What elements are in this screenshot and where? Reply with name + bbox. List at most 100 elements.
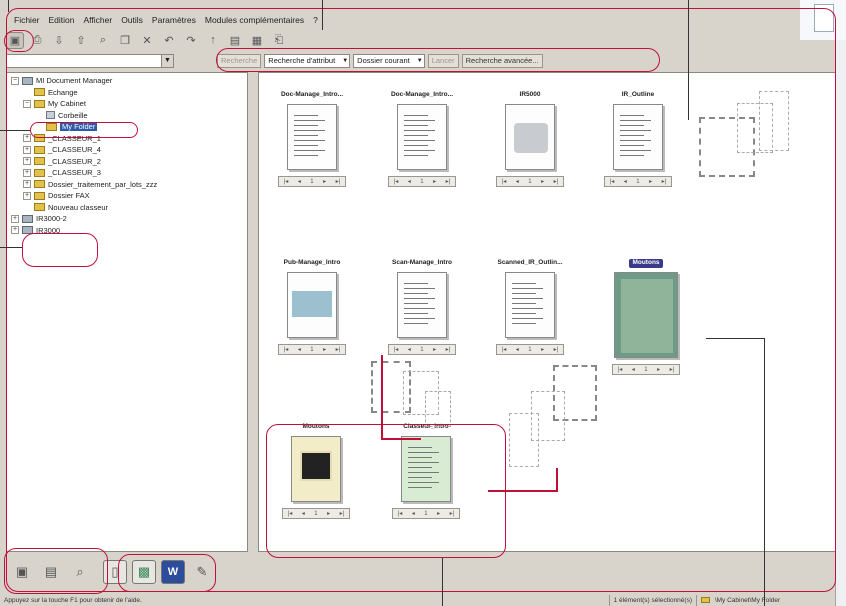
tree-node[interactable]: Echange: [11, 87, 243, 99]
page-navigator[interactable]: |◂ ◂ 1 ▸ ▸|: [496, 176, 564, 187]
page-navigator[interactable]: |◂ ◂ 1 ▸ ▸|: [278, 344, 346, 355]
expand-icon[interactable]: +: [23, 145, 31, 154]
expand-icon[interactable]: +: [23, 180, 31, 189]
menu-item[interactable]: Outils: [121, 15, 143, 25]
page-number[interactable]: 1: [644, 367, 647, 373]
undo-icon[interactable]: ↶: [160, 32, 178, 49]
menu-item[interactable]: Edition: [49, 15, 75, 25]
expand-icon[interactable]: +: [23, 134, 31, 143]
menu-item[interactable]: ?: [313, 15, 318, 25]
document-thumbnail[interactable]: [505, 272, 555, 338]
next-page-icon[interactable]: ▸: [327, 510, 330, 517]
page-navigator[interactable]: |◂ ◂ 1 ▸ ▸|: [612, 364, 680, 375]
run-search-button[interactable]: Lancer: [427, 54, 459, 68]
collapse-icon[interactable]: −: [23, 99, 31, 108]
page-number[interactable]: 1: [424, 511, 427, 517]
tree-node[interactable]: + _CLASSEUR_1: [11, 133, 243, 145]
prev-page-icon[interactable]: ◂: [516, 346, 519, 353]
up-icon[interactable]: ↑: [204, 32, 222, 49]
next-page-icon[interactable]: ▸: [433, 346, 436, 353]
print-icon[interactable]: ⎗: [270, 32, 288, 49]
page-number[interactable]: 1: [314, 511, 317, 517]
document-thumbnail[interactable]: [397, 272, 447, 338]
document-item[interactable]: Doc-Manage_Intro... |◂ ◂ 1 ▸ ▸|: [273, 91, 351, 187]
search-view-icon[interactable]: ⌕: [68, 560, 92, 584]
first-page-icon[interactable]: |◂: [394, 178, 399, 185]
attribute-search-select[interactable]: Recherche d'attribut: [264, 54, 351, 68]
prev-page-icon[interactable]: ◂: [412, 510, 415, 517]
view-icon[interactable]: ▤: [226, 32, 244, 49]
next-page-icon[interactable]: ▸: [649, 178, 652, 185]
tree-node[interactable]: + _CLASSEUR_3: [11, 167, 243, 179]
page-number[interactable]: 1: [310, 179, 313, 185]
expand-icon[interactable]: +: [23, 168, 31, 177]
next-page-icon[interactable]: ▸: [657, 366, 660, 373]
tree-node[interactable]: − MI Document Manager: [11, 75, 243, 87]
page-number[interactable]: 1: [636, 179, 639, 185]
document-item[interactable]: Moutons |◂ ◂ 1 ▸ ▸|: [277, 423, 355, 519]
page-view-icon[interactable]: ▯: [103, 560, 127, 584]
expand-icon[interactable]: +: [23, 157, 31, 166]
menu-item[interactable]: Fichier: [14, 15, 40, 25]
last-page-icon[interactable]: ▸|: [662, 178, 667, 185]
last-page-icon[interactable]: ▸|: [670, 366, 675, 373]
prev-page-icon[interactable]: ◂: [516, 178, 519, 185]
page-number[interactable]: 1: [528, 347, 531, 353]
tree-node[interactable]: Nouveau classeur: [11, 202, 243, 214]
copy-icon[interactable]: ❐: [116, 32, 134, 49]
expand-icon[interactable]: +: [11, 214, 19, 223]
page-navigator[interactable]: |◂ ◂ 1 ▸ ▸|: [392, 508, 460, 519]
document-thumbnail[interactable]: [613, 104, 663, 170]
page-navigator[interactable]: |◂ ◂ 1 ▸ ▸|: [604, 176, 672, 187]
expand-icon[interactable]: +: [23, 191, 31, 200]
prev-page-icon[interactable]: ◂: [408, 178, 411, 185]
prev-page-icon[interactable]: ◂: [408, 346, 411, 353]
tree-node[interactable]: − My Cabinet: [11, 98, 243, 110]
next-page-icon[interactable]: ▸: [541, 178, 544, 185]
tree-node[interactable]: + _CLASSEUR_2: [11, 156, 243, 168]
menu-item[interactable]: Modules complémentaires: [205, 15, 304, 25]
attribute-search-button[interactable]: Recherche: [217, 54, 262, 68]
page-navigator[interactable]: |◂ ◂ 1 ▸ ▸|: [388, 344, 456, 355]
tree-node[interactable]: Corbeille: [11, 110, 243, 122]
cabinets-view-icon[interactable]: ▣: [10, 560, 34, 584]
document-thumbnail[interactable]: [291, 436, 341, 502]
next-page-icon[interactable]: ▸: [433, 178, 436, 185]
folders-view-icon[interactable]: ▤: [39, 560, 63, 584]
first-page-icon[interactable]: |◂: [398, 510, 403, 517]
document-item[interactable]: Classeur_Intro |◂ ◂ 1 ▸ ▸|: [387, 423, 465, 519]
first-page-icon[interactable]: |◂: [394, 346, 399, 353]
first-page-icon[interactable]: |◂: [610, 178, 615, 185]
page-navigator[interactable]: |◂ ◂ 1 ▸ ▸|: [282, 508, 350, 519]
document-item[interactable]: IR5000 |◂ ◂ 1 ▸ ▸|: [491, 91, 569, 187]
last-page-icon[interactable]: ▸|: [450, 510, 455, 517]
document-thumbnail[interactable]: [401, 436, 451, 502]
last-page-icon[interactable]: ▸|: [336, 178, 341, 185]
tree-node[interactable]: + IR3000: [11, 225, 243, 237]
expand-icon[interactable]: +: [11, 226, 19, 235]
menu-item[interactable]: Paramètres: [152, 15, 196, 25]
path-input[interactable]: ▼: [6, 54, 174, 68]
first-page-icon[interactable]: |◂: [284, 346, 289, 353]
last-page-icon[interactable]: ▸|: [340, 510, 345, 517]
last-page-icon[interactable]: ▸|: [554, 178, 559, 185]
document-item[interactable]: Moutons |◂ ◂ 1 ▸ ▸|: [607, 259, 685, 375]
find-icon[interactable]: ⌕: [94, 32, 112, 49]
bin-icon[interactable]: ✕: [138, 32, 156, 49]
advanced-search-button[interactable]: Recherche avancée...: [461, 54, 543, 68]
prev-page-icon[interactable]: ◂: [298, 178, 301, 185]
first-page-icon[interactable]: |◂: [288, 510, 293, 517]
page-navigator[interactable]: |◂ ◂ 1 ▸ ▸|: [388, 176, 456, 187]
prev-page-icon[interactable]: ◂: [302, 510, 305, 517]
last-page-icon[interactable]: ▸|: [554, 346, 559, 353]
document-thumbnail[interactable]: [614, 272, 678, 358]
page-number[interactable]: 1: [420, 179, 423, 185]
tree-node[interactable]: + _CLASSEUR_4: [11, 144, 243, 156]
word-icon[interactable]: W: [161, 560, 185, 584]
scan-icon[interactable]: ⎙: [28, 32, 46, 49]
page-number[interactable]: 1: [310, 347, 313, 353]
document-item[interactable]: IR_Outline |◂ ◂ 1 ▸ ▸|: [599, 91, 677, 187]
first-page-icon[interactable]: |◂: [502, 346, 507, 353]
next-page-icon[interactable]: ▸: [437, 510, 440, 517]
folder-scope-select[interactable]: Dossier courant: [353, 54, 425, 68]
